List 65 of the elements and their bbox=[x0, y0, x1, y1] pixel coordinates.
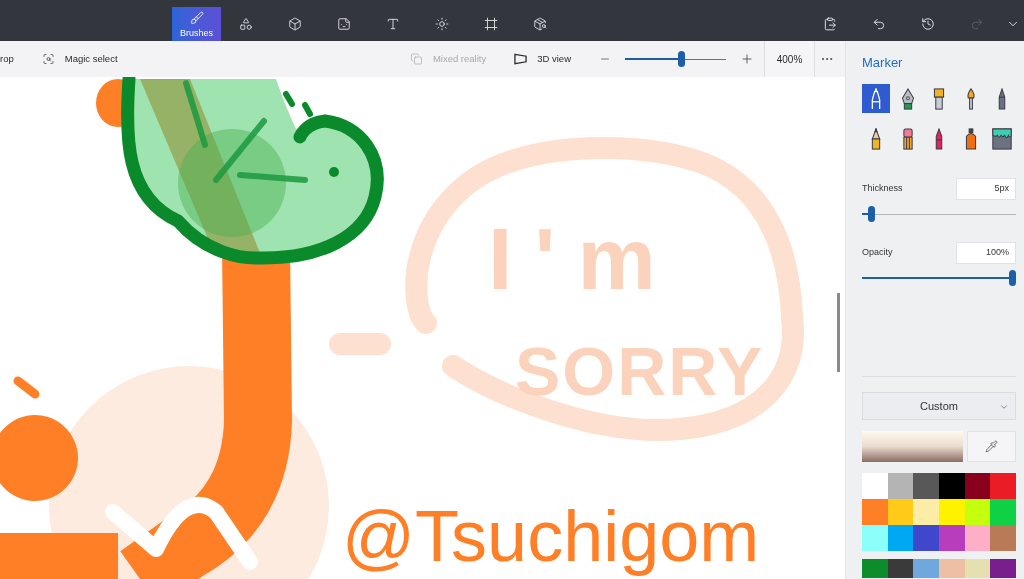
plus-icon bbox=[740, 52, 754, 66]
color-swatch[interactable] bbox=[939, 499, 965, 525]
overlapping-squares-icon bbox=[409, 53, 423, 65]
shapes-icon bbox=[238, 17, 253, 31]
opacity-label: Opacity bbox=[862, 246, 893, 260]
zoom-in-button[interactable] bbox=[740, 51, 754, 67]
color-preview[interactable] bbox=[862, 431, 963, 462]
text-icon bbox=[385, 17, 400, 31]
panel-title: Marker bbox=[862, 55, 904, 71]
brush-icon bbox=[189, 10, 204, 25]
brush-button[interactable] bbox=[862, 84, 890, 113]
color-swatch[interactable] bbox=[862, 525, 888, 551]
color-swatch[interactable] bbox=[887, 559, 914, 578]
thickness-slider[interactable] bbox=[862, 206, 1016, 222]
tool-tab[interactable]: Brushes bbox=[172, 7, 221, 41]
color-swatch[interactable] bbox=[964, 473, 991, 499]
color-swatch[interactable] bbox=[964, 525, 991, 551]
color-swatch[interactable] bbox=[964, 559, 991, 578]
dash-stroke bbox=[329, 333, 391, 355]
thickness-label: Thickness bbox=[862, 182, 903, 196]
color-swatch[interactable] bbox=[913, 525, 939, 551]
toolbar-button[interactable]: rop bbox=[0, 47, 14, 71]
toolbar-button[interactable]: 3D view bbox=[514, 47, 571, 71]
color-swatch[interactable] bbox=[913, 499, 939, 525]
trapezoid-icon bbox=[514, 53, 528, 65]
thickness-field[interactable]: 5px bbox=[956, 178, 1016, 200]
color-swatch[interactable] bbox=[990, 499, 1016, 525]
color-swatch[interactable] bbox=[913, 473, 939, 499]
package-search-icon bbox=[532, 17, 547, 31]
opacity-slider[interactable] bbox=[862, 270, 1016, 286]
eyedropper-icon bbox=[985, 440, 998, 453]
brush-stroke bbox=[13, 376, 40, 399]
color-swatch[interactable] bbox=[990, 559, 1016, 578]
toolbar-button[interactable]: Magic select bbox=[41, 47, 118, 71]
scrollbar-thumb[interactable] bbox=[837, 293, 840, 372]
sun-icon bbox=[434, 17, 449, 31]
color-swatch[interactable] bbox=[862, 559, 888, 578]
zoom-slider[interactable] bbox=[625, 51, 726, 67]
speech-text: SORRY bbox=[515, 333, 765, 409]
slider-thumb[interactable] bbox=[1009, 270, 1016, 286]
color-swatch[interactable] bbox=[913, 559, 939, 578]
color-swatch[interactable] bbox=[939, 525, 965, 551]
frame-icon bbox=[483, 17, 498, 31]
scan-search-icon bbox=[41, 53, 55, 65]
color-swatch[interactable] bbox=[990, 525, 1016, 551]
color-swatch[interactable] bbox=[862, 499, 888, 525]
color-swatch[interactable] bbox=[990, 473, 1016, 499]
color-swatch[interactable] bbox=[862, 473, 888, 499]
color-swatch[interactable] bbox=[939, 559, 965, 578]
color-swatch[interactable] bbox=[887, 525, 914, 551]
slider-thumb[interactable] bbox=[677, 51, 685, 67]
speech-text: I'm bbox=[488, 209, 678, 308]
color-swatch[interactable] bbox=[887, 473, 914, 499]
cube-icon bbox=[287, 17, 302, 31]
paint-bucket-icon bbox=[991, 127, 1013, 150]
signature-text: @Tsuchigom bbox=[342, 496, 760, 576]
color-swatch[interactable] bbox=[939, 473, 965, 499]
sticker-icon bbox=[336, 17, 351, 31]
zoom-field[interactable]: 400% bbox=[764, 41, 815, 77]
opacity-field[interactable]: 100% bbox=[956, 242, 1016, 264]
chevron-down-icon bbox=[999, 402, 1009, 412]
color-mode-dropdown[interactable]: Custom bbox=[862, 392, 1016, 420]
color-swatch[interactable] bbox=[887, 499, 914, 525]
slider-thumb[interactable] bbox=[867, 206, 875, 222]
color-swatch[interactable] bbox=[964, 499, 991, 525]
